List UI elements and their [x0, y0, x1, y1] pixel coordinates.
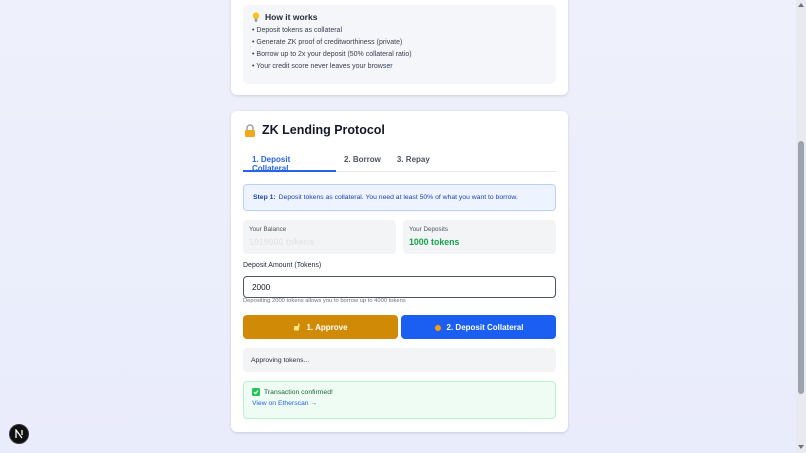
- how-it-works-list: • Deposit tokens as collateral • Generat…: [252, 25, 547, 73]
- tab-repay[interactable]: 3. Repay: [389, 149, 438, 172]
- list-item: • Generate ZK proof of creditworthiness …: [252, 39, 403, 46]
- list-item: • Your credit score never leaves your br…: [252, 63, 393, 70]
- approve-button-label: 1. Approve: [306, 322, 348, 332]
- tab-deposit-collateral[interactable]: 1. Deposit Collateral: [243, 149, 336, 173]
- deposit-amount-input[interactable]: [243, 276, 556, 298]
- n-logo-icon: [15, 429, 23, 439]
- success-line: Transaction confirmed!: [252, 388, 547, 396]
- page-title-text: ZK Lending Protocol: [262, 123, 385, 137]
- balance-value: 1019000 tokens: [249, 237, 315, 247]
- list-item: • Deposit tokens as collateral: [252, 27, 342, 34]
- how-it-works-box: How it works • Deposit tokens as collate…: [243, 5, 556, 84]
- deposit-amount-label: Deposit Amount (Tokens): [243, 262, 322, 269]
- balance-label: Your Balance: [249, 226, 287, 233]
- success-notification: Transaction confirmed! View on Etherscan…: [243, 381, 556, 419]
- approve-button[interactable]: 1. Approve: [243, 315, 398, 339]
- step-info-box: Step 1: Deposit tokens as collateral. Yo…: [243, 184, 556, 211]
- deposits-card: Your Deposits 1000 tokens: [403, 220, 556, 254]
- page-title: ZK Lending Protocol: [244, 123, 385, 137]
- how-it-works-header: How it works: [252, 12, 547, 22]
- scrollbar-thumb[interactable]: [798, 141, 804, 394]
- success-message: Transaction confirmed!: [264, 388, 333, 396]
- check-icon: [252, 388, 260, 396]
- page-scrollbar[interactable]: [796, 0, 806, 453]
- scroll-down-icon[interactable]: [798, 445, 804, 449]
- tab-borrow[interactable]: 2. Borrow: [336, 149, 389, 172]
- deposits-label: Your Deposits: [409, 226, 448, 233]
- deposits-value: 1000 tokens: [409, 237, 460, 247]
- step-text: Deposit tokens as collateral. You need a…: [278, 194, 518, 201]
- scroll-up-icon[interactable]: [798, 3, 804, 7]
- how-it-works-title: How it works: [265, 12, 318, 22]
- lightbulb-icon: [252, 12, 260, 22]
- deposit-hint: Depositing 2000 tokens allows you to bor…: [243, 298, 406, 304]
- lending-protocol-card: ZK Lending Protocol 1. Deposit Collatera…: [231, 111, 568, 432]
- nextjs-dev-badge[interactable]: [9, 424, 29, 444]
- list-item: • Borrow up to 2x your deposit (50% coll…: [252, 51, 412, 58]
- deposit-button-label: 2. Deposit Collateral: [446, 322, 524, 332]
- lock-icon: [244, 123, 256, 137]
- balance-card: Your Balance 1019000 tokens: [243, 220, 396, 254]
- status-message: Approving tokens...: [243, 348, 556, 372]
- money-bag-icon: [434, 323, 442, 331]
- hand-icon: [293, 323, 301, 331]
- how-it-works-card: How it works • Deposit tokens as collate…: [231, 0, 568, 95]
- step-prefix: Step 1:: [253, 194, 276, 201]
- step-tabs: 1. Deposit Collateral 2. Borrow 3. Repay: [243, 149, 556, 173]
- etherscan-link[interactable]: View on Etherscan →: [252, 400, 547, 407]
- deposit-collateral-button[interactable]: 2. Deposit Collateral: [401, 315, 556, 339]
